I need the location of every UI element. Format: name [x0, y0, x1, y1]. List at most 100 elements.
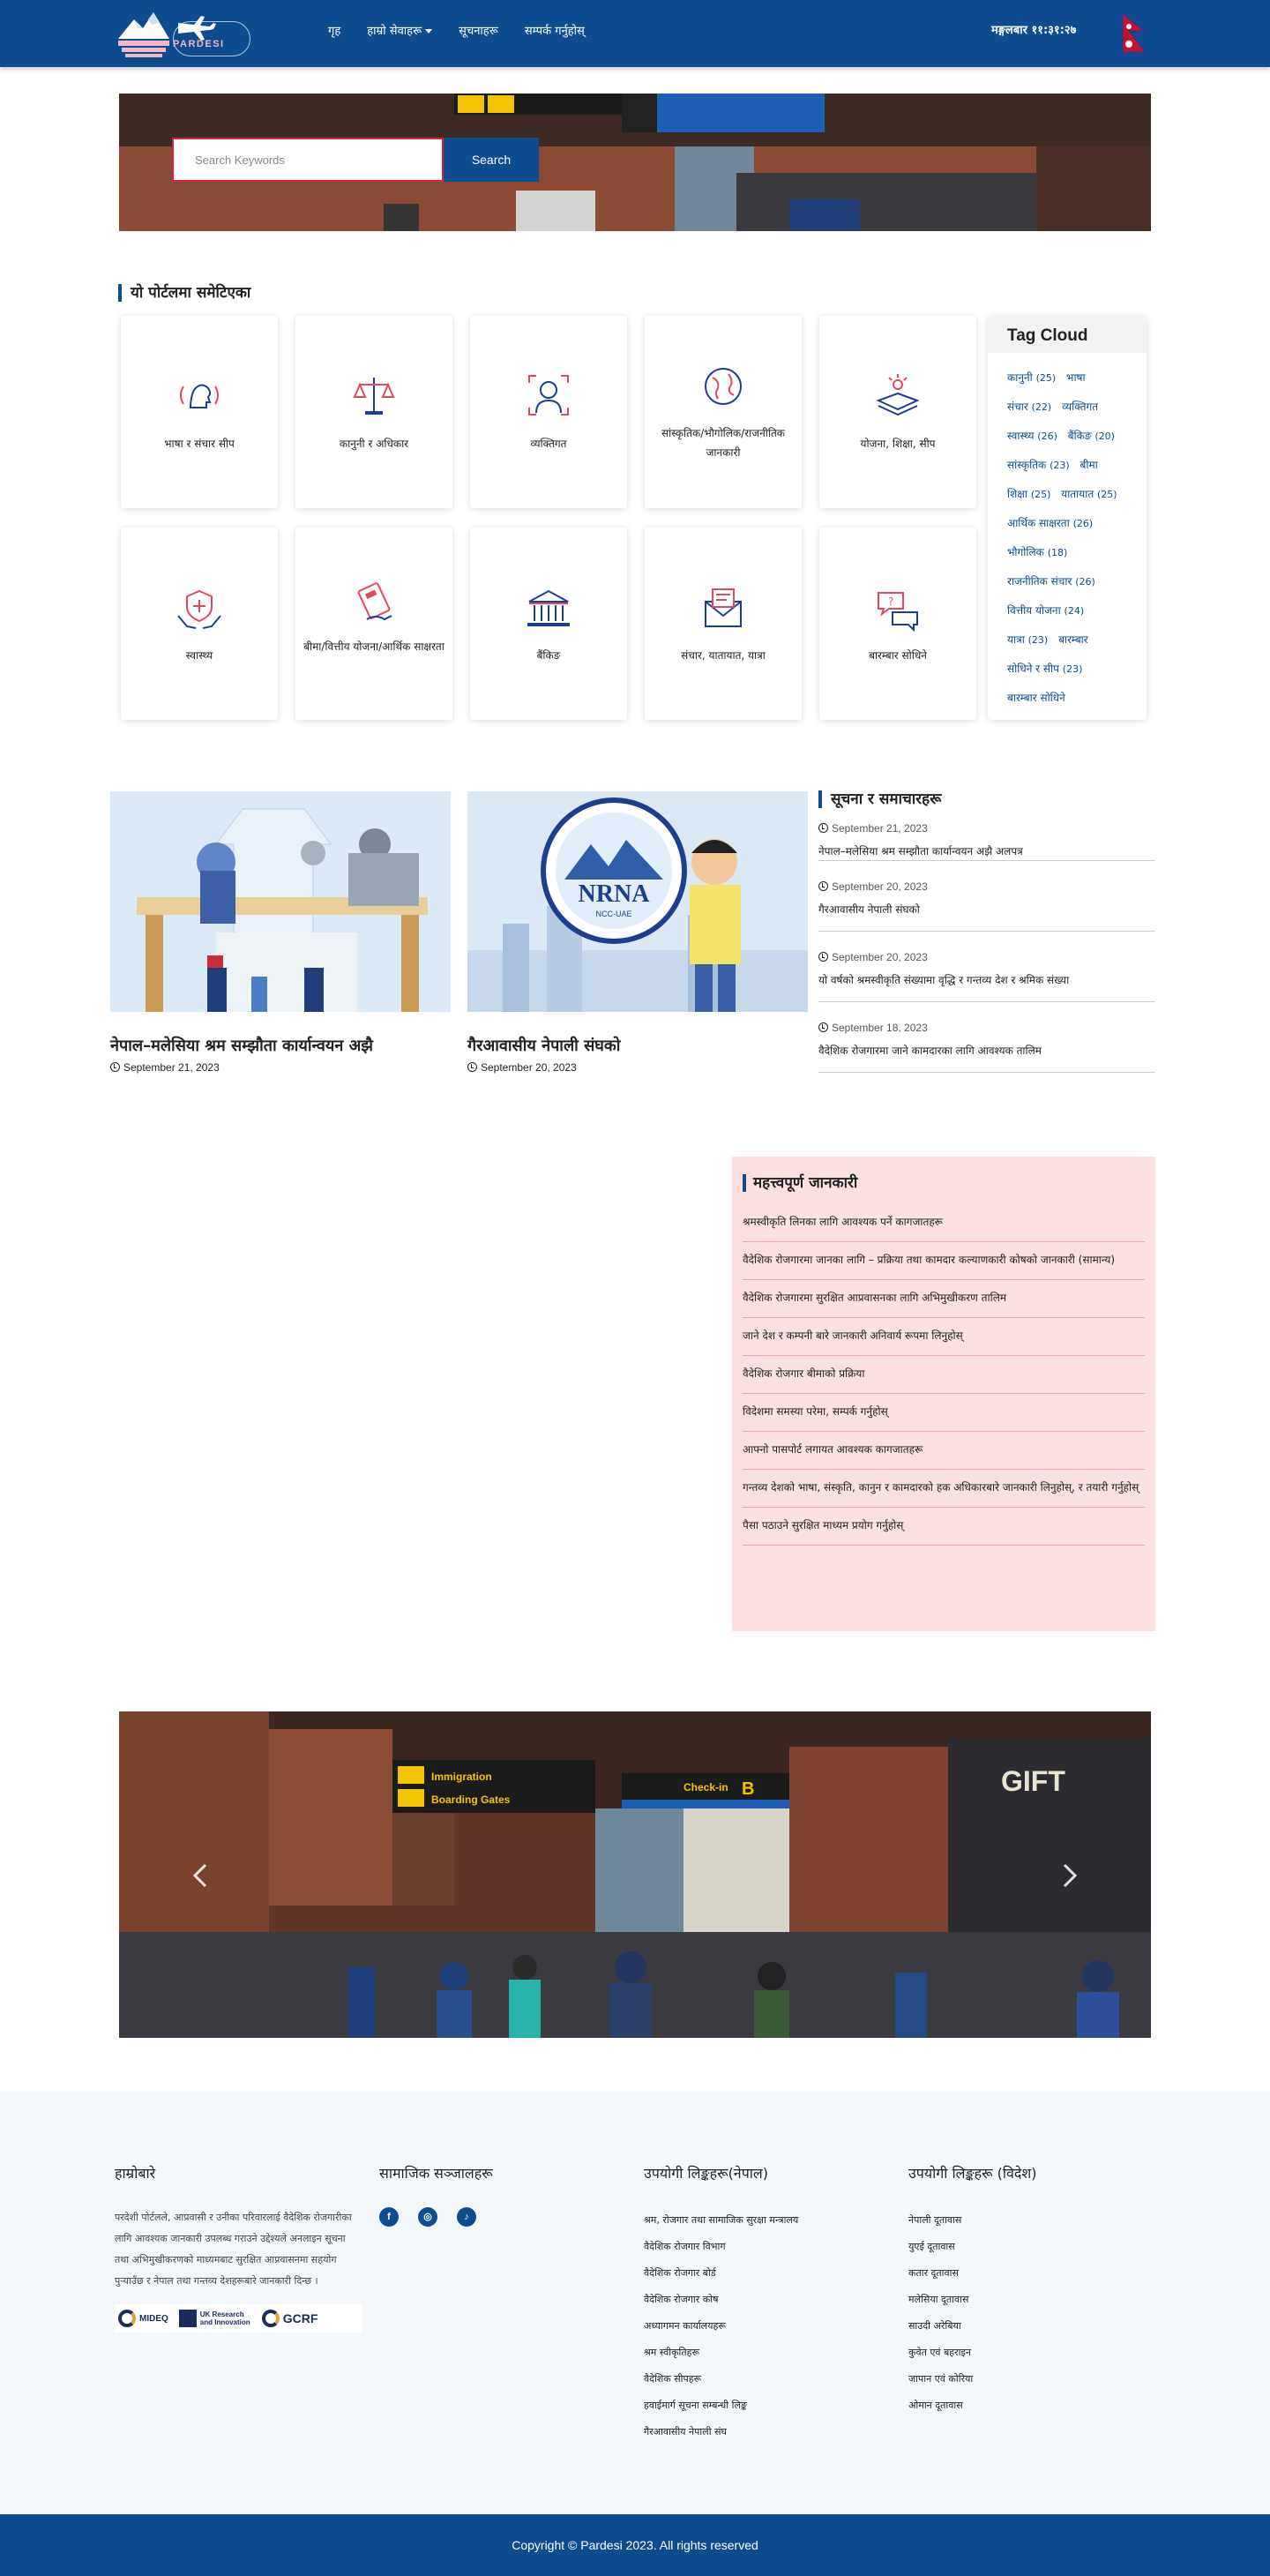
tag-item[interactable]: सांस्कृतिक (23) — [1007, 459, 1070, 471]
footer-link[interactable]: वैदेशिक रोजगार कोष — [644, 2287, 891, 2313]
info-item[interactable]: पैसा पठाउने सुरक्षित माध्यम प्रयोग गर्नु… — [743, 1508, 1145, 1546]
info-item[interactable]: गन्तव्य देशको भाषा, संस्कृति, कानुन र का… — [743, 1470, 1145, 1508]
footer-link[interactable]: श्रम, रोजगार तथा सामाजिक सुरक्षा मन्त्रा… — [644, 2207, 891, 2234]
important-info-box: महत्त्वपूर्ण जानकारी श्रमस्वीकृति लिनका … — [732, 1157, 1155, 1631]
tag-item[interactable]: यात्रा (23) — [1007, 633, 1048, 646]
tag-item[interactable]: बारम्बार — [1058, 633, 1088, 646]
info-item[interactable]: श्रमस्वीकृति लिनका लागि आवश्यक पर्ने काग… — [743, 1204, 1145, 1242]
footer-link[interactable]: गैरआवासीय नेपाली संघ — [644, 2419, 891, 2445]
news-image-cartoon[interactable] — [110, 791, 451, 1012]
service-card-culture[interactable]: सांस्कृतिक/भौगोलिक/राजनीतिक जानकारी — [645, 316, 802, 508]
tag-item[interactable]: कानुनी (25) — [1007, 371, 1056, 384]
footer-link[interactable]: कतार दूतावास — [908, 2260, 1155, 2287]
tag-count: (24) — [1064, 605, 1085, 617]
footer-link[interactable]: अध्यागमन कार्यालयहरू — [644, 2313, 891, 2340]
image-carousel: Immigration Boarding Gates Check-in B GI… — [119, 1711, 1151, 2038]
notice-item[interactable]: September 20, 2023 गैरआवासीय नेपाली संघक… — [818, 861, 1155, 932]
partner-ukri-label: UK Research and Innovation — [199, 2310, 250, 2326]
partner-ukri[interactable]: UK Research and Innovation — [178, 2310, 251, 2327]
service-card-communication[interactable]: संचार, यातायात, यात्रा — [645, 528, 802, 720]
nav-notices[interactable]: सूचनाहरू — [459, 23, 498, 41]
notice-title[interactable]: नेपाल–मलेसिया श्रम सम्झौता कार्यान्वयन अ… — [818, 843, 1023, 858]
search-input[interactable] — [172, 138, 444, 182]
footer-link[interactable]: कुवेत एवं बहराइन — [908, 2340, 1155, 2366]
footer-link[interactable]: श्रम स्वीकृतिहरू — [644, 2340, 891, 2366]
partner-mideq[interactable]: MIDEQ — [118, 2310, 168, 2327]
footer-about-title: हाम्रोबारे — [115, 2165, 156, 2182]
notice-item[interactable]: September 21, 2023 नेपाल–मलेसिया श्रम सम… — [818, 790, 1155, 861]
service-card-education[interactable]: योजना, शिक्षा, सीप — [819, 316, 976, 508]
notice-title[interactable]: गैरआवासीय नेपाली संघको — [818, 902, 920, 917]
bank-icon — [527, 589, 570, 626]
tag-item[interactable]: संचार (22) — [1007, 401, 1051, 413]
footer-link[interactable]: वैदेशिक रोजगार बोर्ड — [644, 2260, 891, 2287]
service-card-banking[interactable]: बैंकिङ — [470, 528, 627, 720]
tag-item[interactable]: व्यक्तिगत — [1062, 401, 1098, 413]
nav-contact[interactable]: सम्पर्क गर्नुहोस् — [525, 23, 585, 41]
notice-date: September 20, 2023 — [818, 951, 928, 963]
tag-item[interactable]: भाषा — [1066, 371, 1086, 384]
news-image-nrna[interactable]: NRNA NCC-UAE — [467, 791, 808, 1012]
footer-link[interactable]: युएई दूतावास — [908, 2234, 1155, 2260]
site-logo[interactable]: PARDESI — [116, 7, 253, 60]
footer-link[interactable]: साउदी अरेबिया — [908, 2313, 1155, 2340]
facebook-icon[interactable]: f — [379, 2207, 399, 2227]
footer-link[interactable]: वैदेशिक सीपहरू — [644, 2366, 891, 2393]
nepal-flag-icon — [1120, 9, 1150, 55]
carousel-prev-icon[interactable] — [190, 1861, 211, 1890]
tag-item[interactable]: शिक्षा (25) — [1007, 488, 1050, 500]
nav-home[interactable]: गृह — [328, 23, 340, 41]
news-title[interactable]: नेपाल–मलेसिया श्रम सम्झौता कार्यान्वयन अ… — [110, 1035, 373, 1056]
service-card-faq[interactable]: ? बारम्बार सोधिने — [819, 528, 976, 720]
news-date: September 21, 2023 — [110, 1061, 220, 1074]
search-button[interactable]: Search — [444, 138, 539, 182]
service-card-insurance[interactable]: बीमा/वित्तीय योजना/आर्थिक साक्षरता — [295, 528, 452, 720]
info-item[interactable]: जाने देश र कम्पनी बारे जानकारी अनिवार्य … — [743, 1318, 1145, 1356]
tag-item[interactable]: आर्थिक साक्षरता (26) — [1007, 517, 1093, 529]
tag-item[interactable]: बीमा — [1080, 459, 1098, 471]
tag-item[interactable]: भौगोलिक (18) — [1007, 546, 1067, 558]
notice-item[interactable]: September 18, 2023 वैदेशिक रोजगारमा जाने… — [818, 1002, 1155, 1073]
carousel-next-icon[interactable] — [1059, 1861, 1080, 1890]
service-card-personal[interactable]: व्यक्तिगत — [470, 316, 627, 508]
tag-item[interactable]: वित्तीय योजना (24) — [1007, 604, 1084, 617]
footer-link[interactable]: वैदेशिक रोजगार विभाग — [644, 2234, 891, 2260]
service-card-health[interactable]: स्वास्थ्य — [121, 528, 278, 720]
info-item[interactable]: वैदेशिक रोजगारमा सुरक्षित आप्रवासनका लाग… — [743, 1280, 1145, 1318]
notice-item[interactable]: September 20, 2023 यो वर्षको श्रमस्वीकृत… — [818, 932, 1155, 1002]
service-card-language[interactable]: भाषा र संचार सीप — [121, 316, 278, 508]
footer-link[interactable]: ओमान दूतावास — [908, 2393, 1155, 2419]
notice-title[interactable]: यो वर्षको श्रमस्वीकृति संख्यामा वृद्धि र… — [818, 972, 1069, 987]
info-item[interactable]: वैदेशिक रोजगारमा जानका लागि – प्रक्रिया … — [743, 1242, 1145, 1280]
footer-link[interactable]: मलेसिया दूतावास — [908, 2287, 1155, 2313]
logo-text: PARDESI — [173, 39, 225, 49]
tiktok-icon[interactable]: ♪ — [457, 2207, 476, 2227]
copyright-bar: Copyright © Pardesi 2023. All rights res… — [0, 2514, 1270, 2576]
info-item[interactable]: आफ्नो पासपोर्ट लगायत आवश्यक कागजातहरू — [743, 1432, 1145, 1470]
instagram-icon[interactable]: ◎ — [418, 2207, 437, 2227]
tag-item[interactable]: सोधिने र सीप (23) — [1007, 663, 1082, 675]
notice-date-text: September 20, 2023 — [832, 880, 928, 893]
calculator-icon — [357, 582, 392, 621]
tag-item[interactable]: बैंकिङ (20) — [1068, 430, 1115, 442]
service-label: सांस्कृतिक/भौगोलिक/राजनीतिक जानकारी — [661, 427, 786, 459]
tag-item[interactable]: राजनीतिक संचार (26) — [1007, 575, 1095, 588]
footer-about-text: परदेशी पोर्टलले, आप्रवासी र उनीका परिवार… — [115, 2212, 352, 2287]
partner-gcrf[interactable]: GCRF — [261, 2310, 318, 2327]
service-card-legal[interactable]: कानुनी र अधिकार — [295, 316, 452, 508]
news-title[interactable]: गैरआवासीय नेपाली संघको — [467, 1035, 620, 1056]
info-item[interactable]: वैदेशिक रोजगार बीमाको प्रक्रिया — [743, 1356, 1145, 1394]
tag-name: सांस्कृतिक — [1007, 459, 1047, 471]
nav-services[interactable]: हाम्रो सेवाहरू — [367, 23, 433, 41]
footer-link[interactable]: नेपाली दूतावास — [908, 2207, 1155, 2234]
clock-icon — [818, 823, 828, 833]
notice-title[interactable]: वैदेशिक रोजगारमा जाने कामदारका लागि आवश्… — [818, 1043, 1042, 1058]
tag-item[interactable]: स्वास्थ्य (26) — [1007, 430, 1057, 442]
footer-link[interactable]: हवाईमार्ग सूचना सम्बन्धी लिङ्क — [644, 2393, 891, 2419]
partner-mideq-label: MIDEQ — [139, 2313, 168, 2324]
info-item[interactable]: विदेशमा समस्या परेमा, सम्पर्क गर्नुहोस् — [743, 1394, 1145, 1432]
partner-logos: MIDEQ UK Research and Innovation GCRF — [115, 2304, 362, 2333]
tag-item[interactable]: यातायात (25) — [1061, 488, 1117, 500]
tag-item[interactable]: बारम्बार सोधिने — [1007, 692, 1065, 704]
footer-link[interactable]: जापान एवं कोरिया — [908, 2366, 1155, 2393]
